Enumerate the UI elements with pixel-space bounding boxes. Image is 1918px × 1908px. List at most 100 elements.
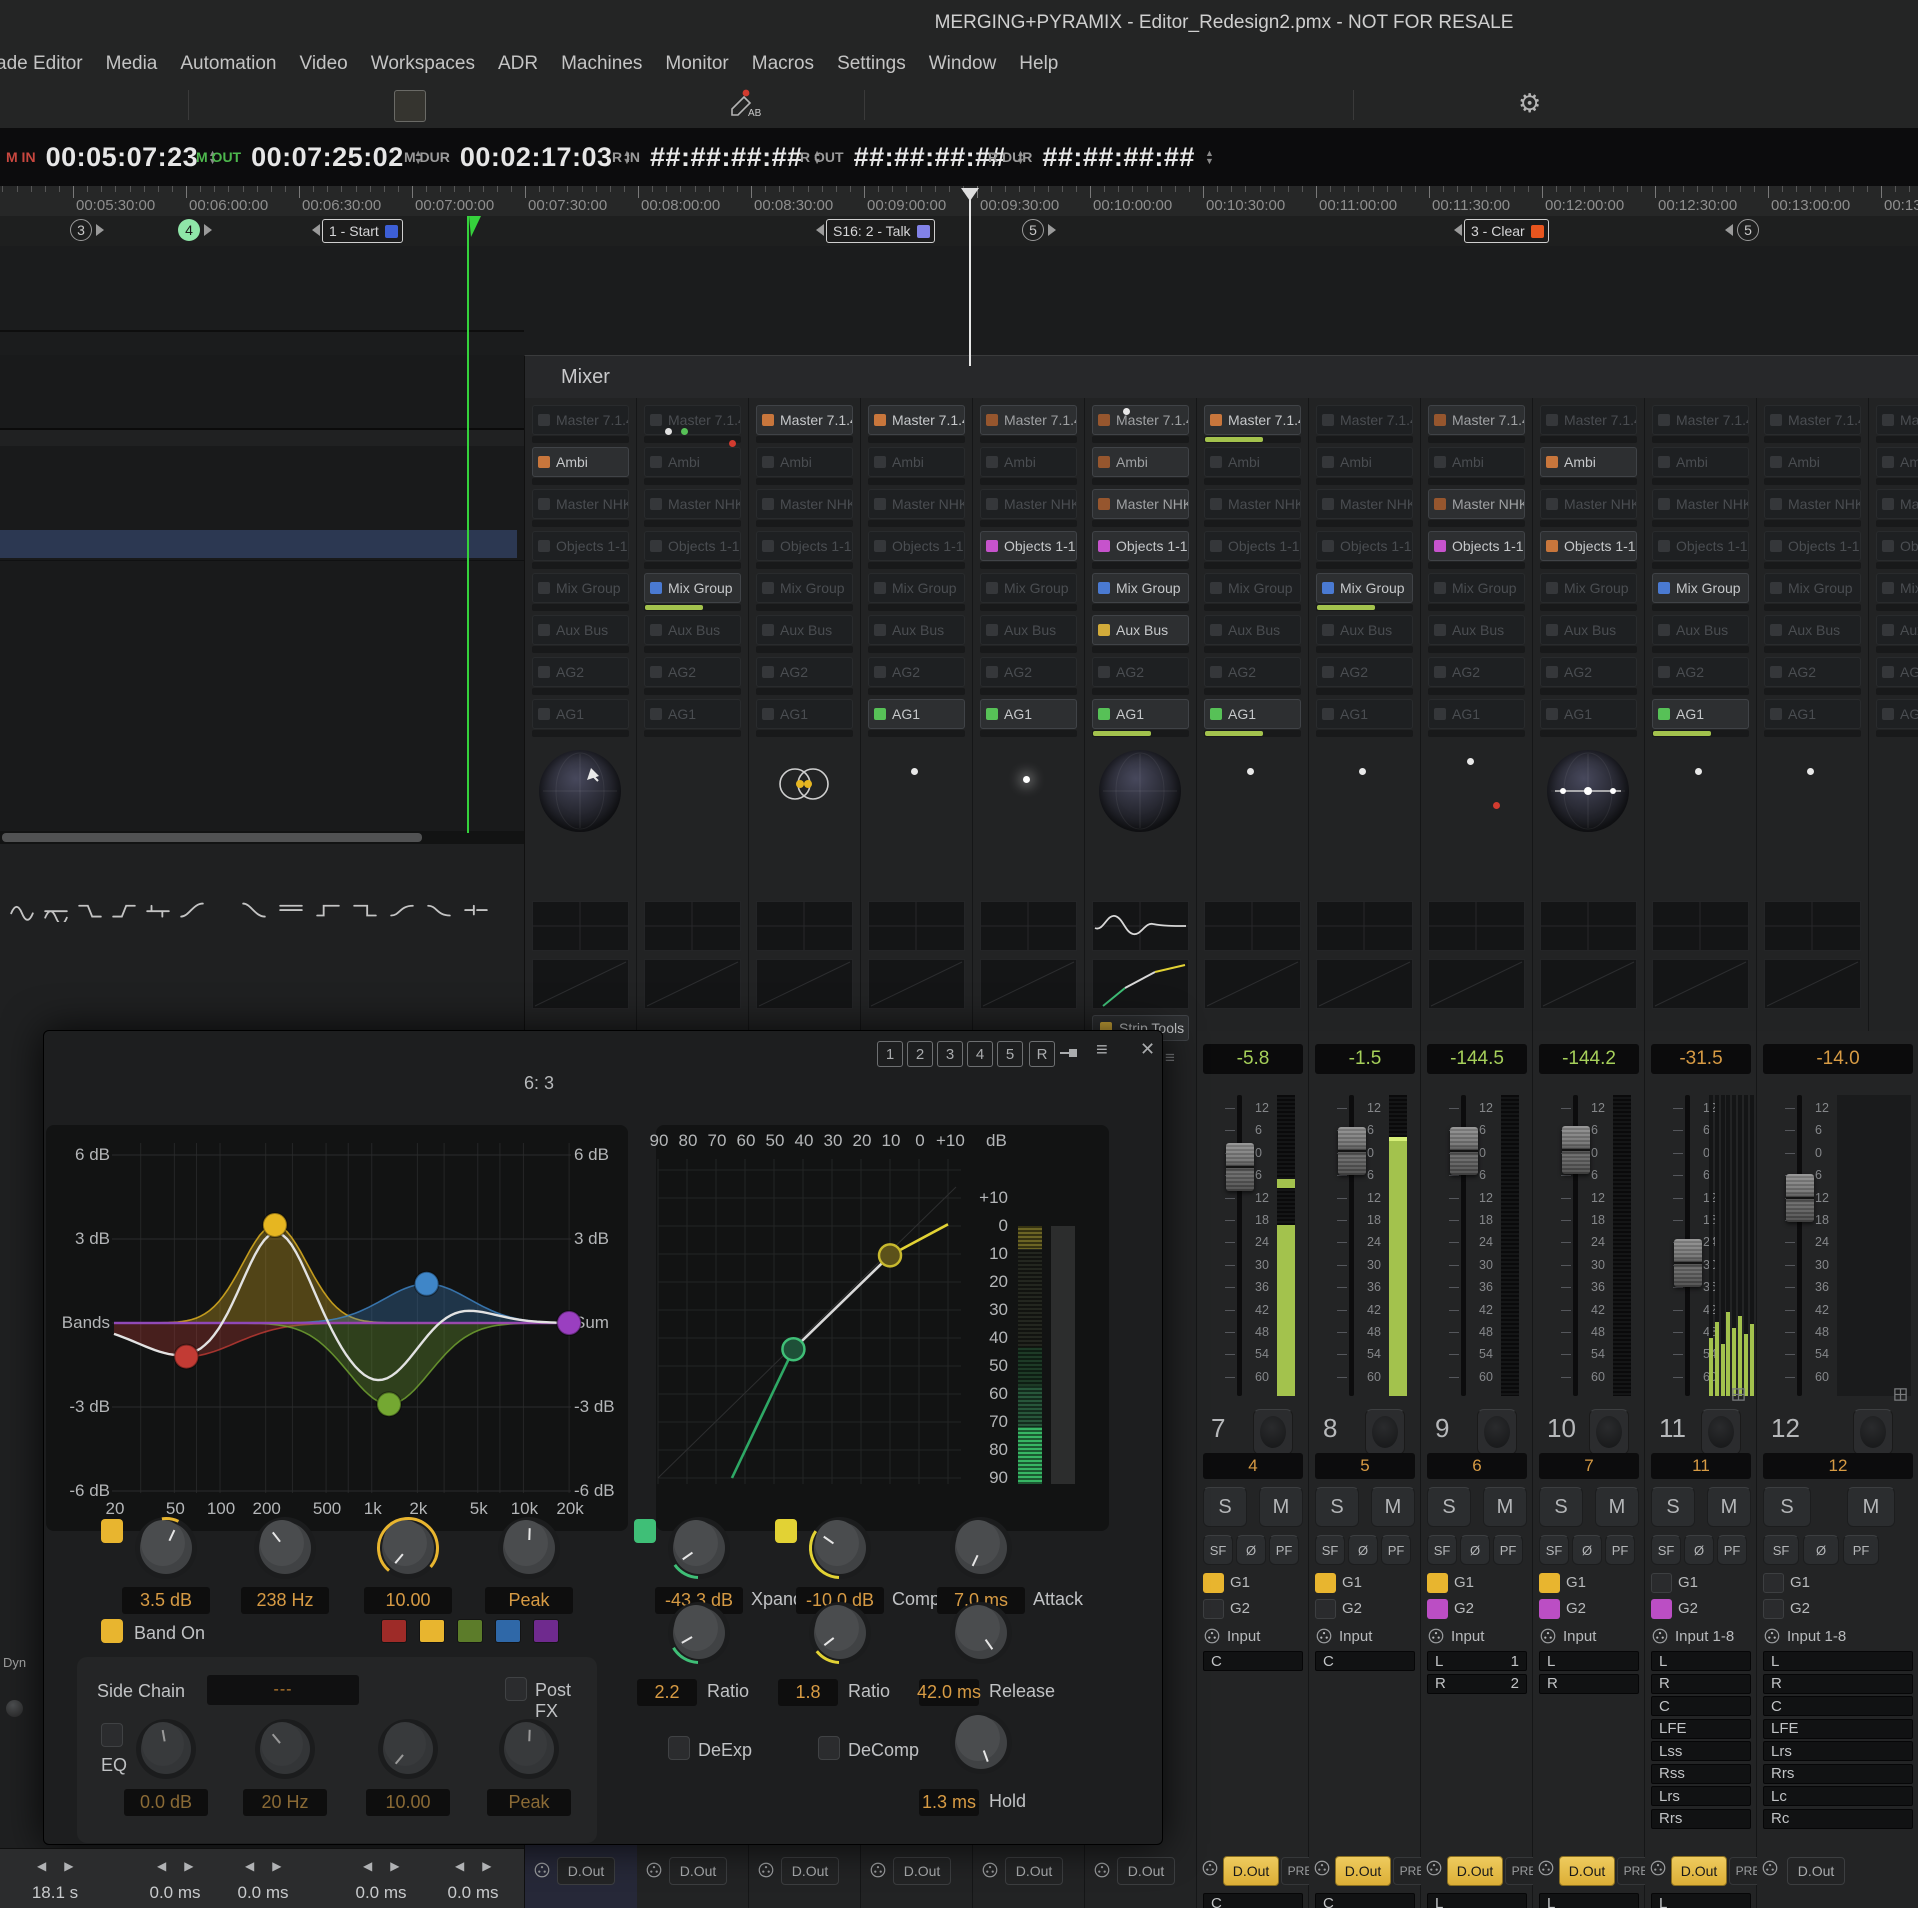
envelope-tool-icon-10[interactable] [351, 896, 381, 926]
input-routing-field[interactable]: LFE [1651, 1719, 1751, 1739]
bus-assign-ag2[interactable]: AG2 [868, 657, 965, 687]
input-routing-field[interactable]: Lss [1651, 1741, 1751, 1761]
strip-eq-mini[interactable] [1428, 901, 1525, 951]
g1-checkbox[interactable] [1427, 1573, 1448, 1593]
bus-assign-ambi[interactable]: Ambi [1428, 447, 1525, 477]
nudge-left-icon[interactable]: ◀ [455, 1859, 464, 1873]
bus-assign-mix-group[interactable]: Mix Group [532, 573, 629, 603]
menu-item-help[interactable]: Help [1019, 53, 1058, 75]
timecode-value[interactable]: 00:02:17:03 [460, 142, 613, 173]
bus-assign-ag1[interactable]: AG1 [868, 699, 965, 729]
bus-assign-master-nhk[interactable]: Master NHK [1204, 489, 1301, 519]
eq-tab-2[interactable]: 2 [907, 1041, 933, 1067]
input-routing-field[interactable]: L [1651, 1651, 1751, 1671]
mute-button[interactable]: M [1595, 1487, 1639, 1527]
eq-knob-4[interactable] [497, 1516, 561, 1580]
knob-value[interactable]: 238 Hz [241, 1587, 329, 1614]
headphones-icon[interactable] [434, 90, 464, 120]
g1-checkbox[interactable] [1651, 1573, 1672, 1593]
input-routing-field[interactable]: Lc [1763, 1786, 1913, 1806]
input-routing-field[interactable]: L [1539, 1651, 1639, 1671]
strip-eq-mini[interactable] [980, 901, 1077, 951]
fader-cap[interactable] [1786, 1174, 1814, 1222]
panner-sphere[interactable] [539, 750, 621, 832]
eq-knob-2[interactable] [253, 1516, 317, 1580]
bus-assign-ag2[interactable]: AG2 [1316, 657, 1413, 687]
sf-button[interactable]: SF [1651, 1535, 1681, 1565]
bus-assign-objects-1-16[interactable]: Objects 1-16 [1316, 531, 1413, 561]
direct-out-button[interactable]: D.Out [1117, 1857, 1175, 1885]
input-routing-field[interactable]: L [1763, 1651, 1913, 1671]
speaker-mute-icon[interactable] [1190, 90, 1220, 120]
strip-dyn-mini[interactable] [644, 959, 741, 1009]
eq-tab-R[interactable]: R [1029, 1041, 1055, 1067]
direct-out-button[interactable]: D.Out [1671, 1856, 1727, 1886]
band-color-swatch-4[interactable] [495, 1619, 521, 1643]
channel-bus-number[interactable]: 4 [1203, 1453, 1303, 1479]
marker-arrow-left-icon[interactable] [816, 224, 824, 236]
bus-assign-aux-bus[interactable]: Aux Bus [1428, 615, 1525, 645]
envelope-tool-icon-1[interactable] [8, 896, 38, 926]
channel-bus-number[interactable]: 6 [1427, 1453, 1527, 1479]
bus-assign-ambi[interactable]: Ambi [644, 447, 741, 477]
pf-button[interactable]: PF [1605, 1535, 1635, 1565]
menu-item-media[interactable]: Media [106, 53, 158, 75]
knob-value[interactable]: 1.3 ms [919, 1789, 979, 1816]
input-routing-field[interactable]: Lrs [1763, 1741, 1913, 1761]
bus-assign-ambi[interactable]: Ambi [868, 447, 965, 477]
output-routing-field[interactable]: C [1203, 1893, 1303, 1908]
marker-circle[interactable]: 3 [70, 219, 92, 241]
bus-assign-aux-bus[interactable]: Aux Bus [1652, 615, 1749, 645]
bus-assign-objects-1-16[interactable]: Objects 1-16 [1652, 531, 1749, 561]
g1-checkbox[interactable] [1315, 1573, 1336, 1593]
strip-eq-mini[interactable] [1316, 901, 1413, 951]
marker-circle[interactable]: 5 [1022, 219, 1044, 241]
bus-assign-mix-group[interactable]: Mix Group [868, 573, 965, 603]
envelope-tool-icon-13[interactable] [462, 896, 492, 926]
eq-knob-6[interactable] [808, 1516, 872, 1580]
zoom-in-icon[interactable] [278, 90, 308, 120]
menu-item-workspaces[interactable]: Workspaces [371, 53, 475, 75]
mixer-icon[interactable] [394, 90, 426, 122]
play-icon[interactable] [358, 90, 388, 120]
bus-assign-aux-bus[interactable]: Aux Bus [1316, 615, 1413, 645]
nudge-arrows-4[interactable]: ◀▶ [363, 1859, 399, 1873]
nudge-arrows-2[interactable]: ◀▶ [157, 1859, 193, 1873]
input-routing-field[interactable]: Rss [1651, 1764, 1751, 1784]
bus-assign-master-nhk[interactable]: Master NHK [644, 489, 741, 519]
strip-eq-mini[interactable] [532, 901, 629, 951]
layout-icon[interactable] [510, 90, 540, 120]
bus-assign-aux-bus[interactable]: Aux Bus [532, 615, 629, 645]
input-routing-field[interactable]: C [1651, 1696, 1751, 1716]
spinner-down-icon[interactable]: ▼ [1205, 157, 1214, 165]
bus-assign-objects-1-16[interactable]: Objects 1-16 [1428, 531, 1525, 561]
bus-assign-ag1[interactable]: AG1 [1876, 699, 1918, 729]
phase-button[interactable]: Ø [1460, 1535, 1490, 1565]
sf-button[interactable]: SF [1539, 1535, 1569, 1565]
panner-sphere[interactable] [1099, 750, 1181, 832]
eq-tab-5[interactable]: 5 [997, 1041, 1023, 1067]
g1-checkbox[interactable] [1539, 1573, 1560, 1593]
channel-bus-number[interactable]: 12 [1763, 1453, 1913, 1479]
track-area[interactable] [0, 355, 524, 831]
panner-sphere[interactable] [1547, 750, 1629, 832]
channel-pan-knob[interactable] [1701, 1409, 1741, 1455]
meter-grid-icon[interactable] [1893, 1387, 1908, 1402]
envelope-tool-icon-8[interactable] [277, 896, 307, 926]
dyn-panel-knob[interactable] [6, 1700, 23, 1717]
bus-assign-ag1[interactable]: AG1 [1540, 699, 1637, 729]
phase-button[interactable]: Ø [1684, 1535, 1714, 1565]
bus-assign-aux-bus[interactable]: Aux Bus [644, 615, 741, 645]
nudge-left-icon[interactable]: ◀ [363, 1859, 372, 1873]
bus-assign-master-nhk[interactable]: Master NHK [1540, 489, 1637, 519]
bus-assign-master-nhk[interactable]: Master NHK [532, 489, 629, 519]
marker-flag[interactable]: 3 - Clear [1464, 219, 1549, 243]
output-routing-field[interactable]: L [1539, 1893, 1639, 1908]
bus-assign-ambi[interactable]: Ambi [1092, 447, 1189, 477]
strip-eq-mini[interactable] [1764, 901, 1861, 951]
track-router-icon[interactable] [30, 90, 60, 120]
knob-value[interactable]: 20 Hz [243, 1789, 327, 1816]
meter-grid-icon[interactable] [1731, 1387, 1746, 1402]
strip-dyn-mini[interactable] [1540, 959, 1637, 1009]
bus-assign-ambi[interactable]: Ambi [1540, 447, 1637, 477]
